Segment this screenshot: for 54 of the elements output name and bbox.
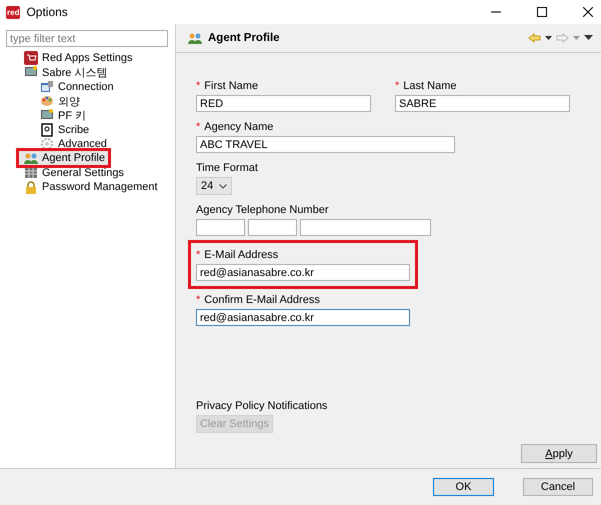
chevron-down-icon [219,184,227,188]
tree-item[interactable]: General Settings [22,165,127,180]
maximize-icon[interactable] [537,7,547,17]
field-label: E-Mail Address [204,248,278,260]
dialog-button[interactable]: Cancel [523,478,593,496]
field-label: Last Name [403,80,456,92]
input-field[interactable] [196,219,245,236]
input-field[interactable] [300,219,431,236]
tree-item[interactable]: 외양 [38,94,83,108]
required-mark: * [395,80,400,92]
cart-icon [24,51,38,66]
input-field[interactable]: ABC TRAVEL [196,136,455,153]
dialog-button[interactable]: OK [433,478,494,496]
input-field[interactable]: red@asianasabre.co.kr [196,264,410,281]
field-label: Time Format [196,162,258,174]
window-icon [40,80,54,94]
close-icon[interactable] [583,7,593,17]
dropdown-icon[interactable] [545,36,552,40]
required-mark: * [196,248,200,260]
dropdown[interactable]: 24 [196,177,232,195]
field-label: Confirm E-Mail Address [204,294,320,306]
tree-item[interactable]: PF 키 [38,108,90,122]
tree-item[interactable]: Connection [38,80,117,94]
input-field[interactable]: SABRE [395,95,570,112]
field-label: First Name [204,80,258,92]
section-label: Privacy Policy Notifications [196,400,328,412]
input-field[interactable]: red@asianasabre.co.kr [196,309,410,326]
tree-item[interactable]: Agent Profile [19,151,108,166]
field-label: Agency Name [204,120,274,132]
tree-item[interactable]: Red Apps Settings [22,51,136,66]
tree-item[interactable]: Password Management [22,180,161,194]
window-title: Options [26,5,68,19]
palette-icon [40,94,54,108]
grid-icon [24,166,38,180]
lock-icon [24,180,38,194]
required-mark: * [196,294,200,306]
tree-item[interactable]: Advanced [38,136,110,152]
gear-icon [40,136,54,151]
apply-button[interactable]: Apply [521,444,597,463]
tree-item[interactable]: Sabre 시스템 [22,65,110,80]
field-label: Agency Telephone Number [196,204,328,216]
app-logo: red [6,6,20,18]
tree-item[interactable]: Scribe [38,122,92,137]
people-icon [188,31,202,45]
filter-field[interactable]: type filter text [6,30,168,47]
input-field[interactable] [248,219,297,236]
input-field[interactable]: RED [196,95,371,112]
people-icon [24,151,38,166]
required-mark: * [196,80,200,92]
required-mark: * [196,120,200,132]
back-arrow-icon[interactable] [528,33,541,43]
page-title: Agent Profile [208,32,280,44]
scroll-icon [40,122,54,137]
menu-dropdown-icon[interactable] [584,35,593,41]
